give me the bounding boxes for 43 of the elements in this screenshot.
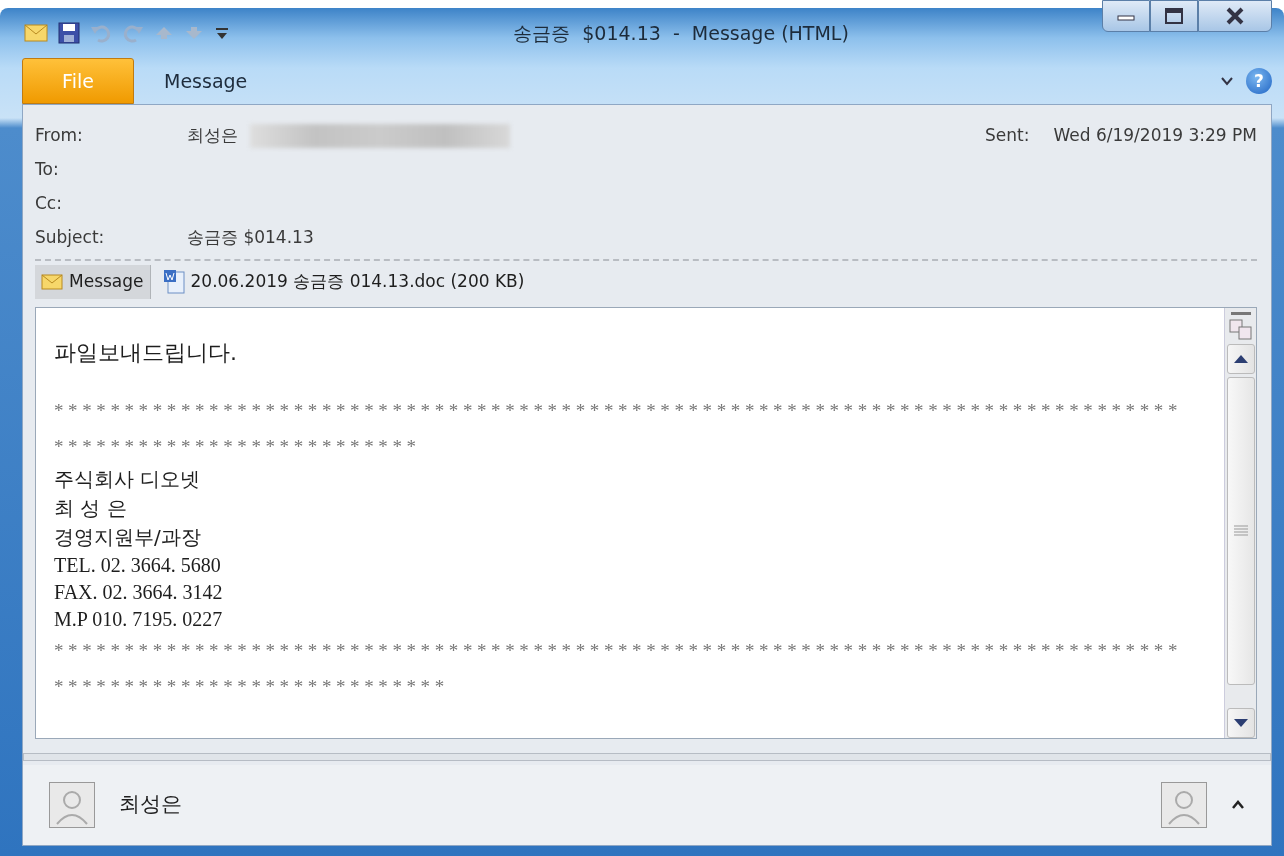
grip-icon xyxy=(1233,525,1248,537)
contact-line: M.P 010. 7195. 0227 xyxy=(54,607,224,632)
field-label: To: xyxy=(35,158,60,182)
asterisk-rule: ******************************************************************************** xyxy=(54,399,1183,423)
ribbon-tab[interactable]: Message xyxy=(134,58,278,104)
maximize-icon xyxy=(1165,8,1183,24)
greeting-text: 파일보내드립니다. xyxy=(54,339,238,367)
envelope-icon[interactable] xyxy=(24,22,48,44)
close-icon xyxy=(1225,7,1245,25)
maximize-button[interactable] xyxy=(1150,0,1198,32)
chevron-down-icon[interactable] xyxy=(1220,75,1234,87)
expand-up-icon[interactable] xyxy=(1231,800,1245,810)
sender-name: 최성은 xyxy=(119,791,182,819)
field-value: 최성은 xyxy=(187,124,238,148)
field-label: Cc: xyxy=(35,192,63,216)
document-icon xyxy=(162,269,185,295)
scroll-up-button[interactable] xyxy=(1226,344,1255,374)
scrollbar-thumb[interactable] xyxy=(1226,377,1255,685)
field-label: Subject: xyxy=(35,226,106,250)
attachment-tab[interactable]: 20.06.2019 송금증 014.13.doc (200 KB) xyxy=(156,265,531,299)
envelope-icon xyxy=(41,273,63,291)
asterisk-rule: ************************** xyxy=(54,435,422,459)
person-silhouette-icon xyxy=(1161,782,1207,828)
contact-line: FAX. 02. 3664. 3142 xyxy=(54,580,224,605)
field-value: Wed 6/19/2019 3:29 PM xyxy=(1053,124,1257,148)
asterisk-rule: **************************** xyxy=(54,675,450,699)
signature-line: 주식회사 디오넷 xyxy=(54,466,202,493)
field-label: Sent: xyxy=(985,124,1030,148)
scroll-down-button[interactable] xyxy=(1226,708,1255,738)
down-triangle-icon xyxy=(1232,718,1249,728)
person-silhouette-icon xyxy=(49,782,95,828)
signature-line: 경영지원부/과장 xyxy=(54,524,202,551)
save-icon[interactable] xyxy=(58,22,80,44)
close-button[interactable] xyxy=(1198,0,1272,32)
asterisk-rule: ******************************************************************************** xyxy=(54,639,1183,663)
signature-line: 최 성 은 xyxy=(54,495,128,522)
contact-line: TEL. 02. 3664. 5680 xyxy=(54,553,222,578)
collapse-icon[interactable] xyxy=(1230,312,1251,316)
attachment-tab[interactable]: Message xyxy=(35,265,151,299)
up-triangle-icon xyxy=(1232,354,1249,364)
window-title: 송금증 $014.13 - Message (HTML) xyxy=(512,20,850,46)
field-label: From: xyxy=(35,124,84,148)
field-value: 송금증 $014.13 xyxy=(187,226,314,250)
